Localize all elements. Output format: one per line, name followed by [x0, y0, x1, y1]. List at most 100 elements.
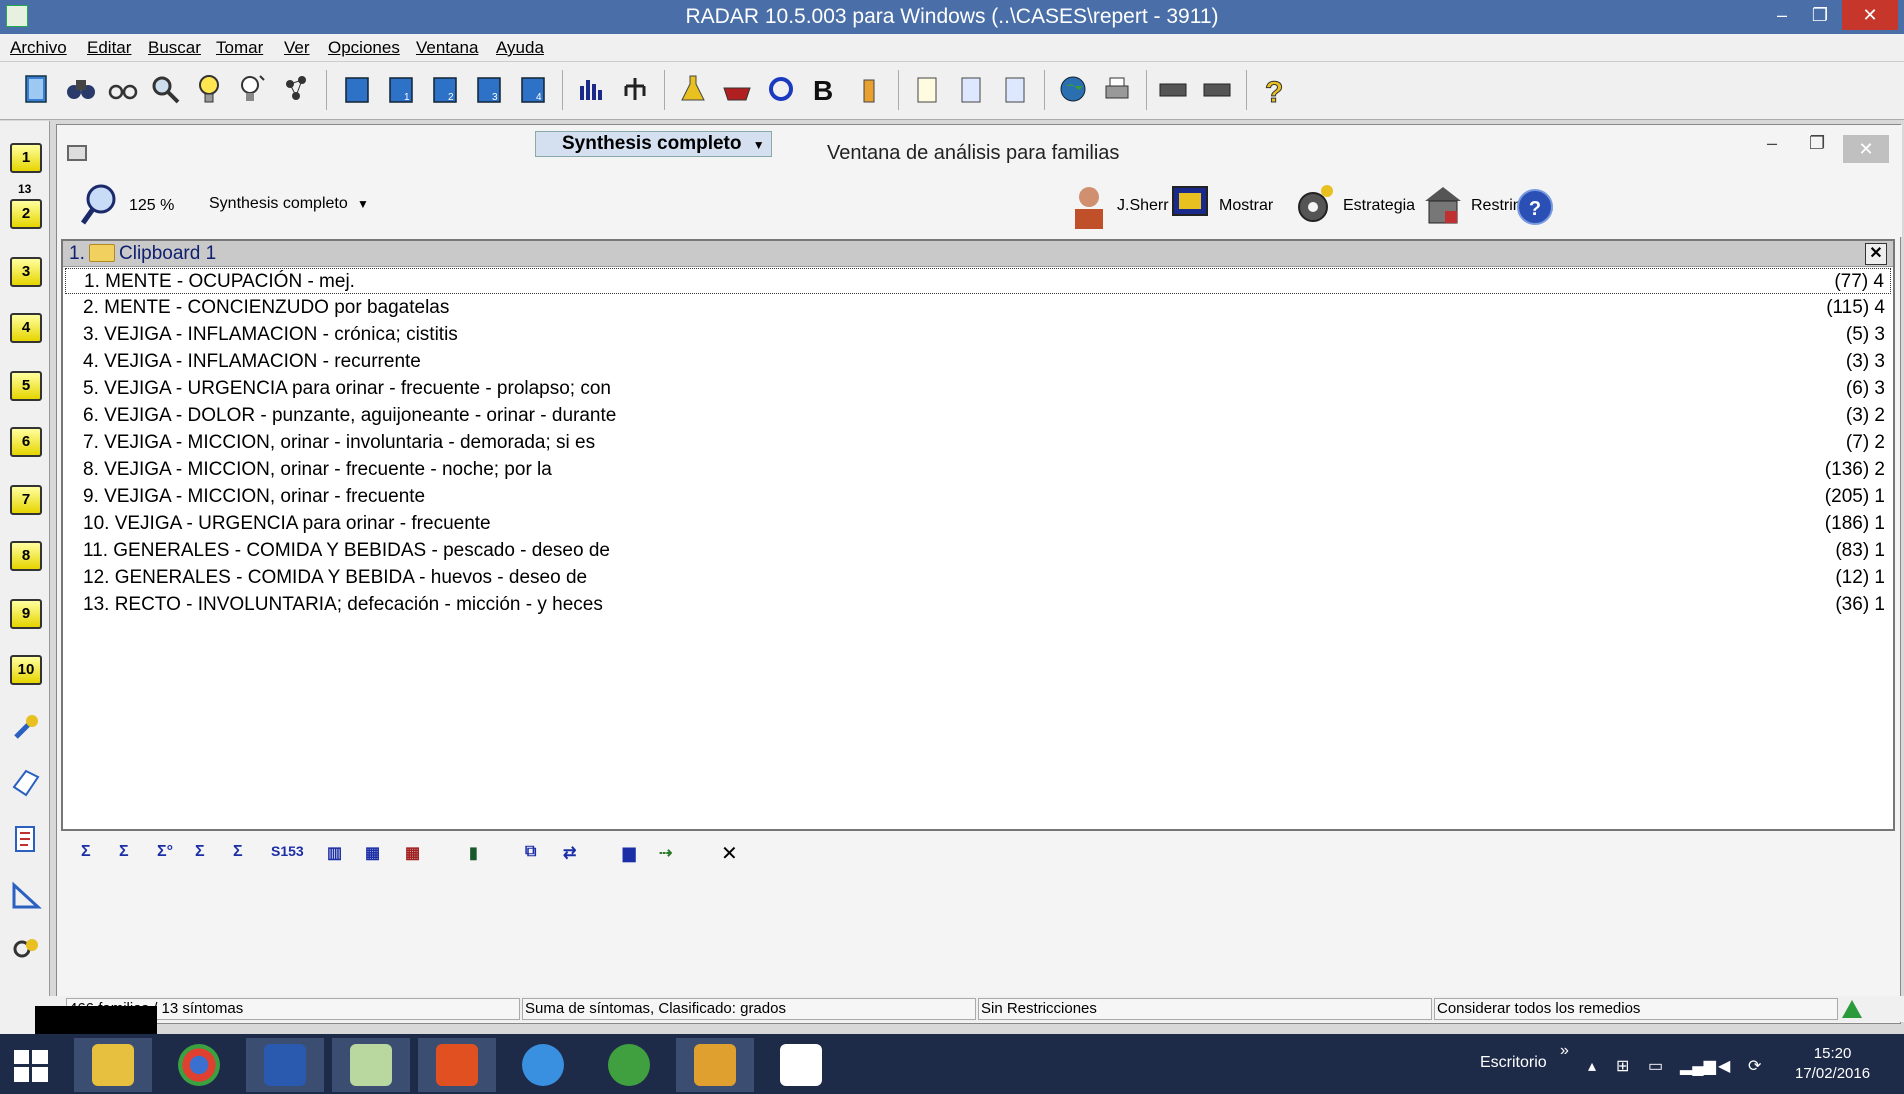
book-4-icon[interactable]: 4 — [516, 72, 550, 106]
menu-buscar[interactable]: Buscar — [148, 38, 201, 58]
lightbulb-icon[interactable] — [192, 72, 226, 106]
clipboard-button-5[interactable]: 5 — [10, 371, 42, 401]
tray-signal-icon[interactable]: ▂▄▆ — [1680, 1056, 1716, 1076]
rubric-row[interactable]: 12. GENERALES - COMIDA Y BEBIDA - huevos… — [65, 565, 1891, 591]
bottle-small-icon[interactable]: ▮ — [469, 843, 478, 863]
menu-ventana[interactable]: Ventana — [416, 38, 478, 58]
notes-icon[interactable] — [10, 823, 42, 855]
globe-icon[interactable] — [1056, 72, 1090, 106]
search-bulb-icon[interactable] — [10, 935, 42, 967]
clipboard-header[interactable]: 1. Clipboard 1 ✕ — [63, 241, 1893, 267]
task-keyboard-app[interactable] — [418, 1038, 496, 1092]
task-word[interactable] — [246, 1038, 324, 1092]
menu-ver[interactable]: Ver — [284, 38, 310, 58]
molecule-icon[interactable] — [280, 72, 314, 106]
keyboard-1-icon[interactable] — [1156, 72, 1190, 106]
chevron-down-icon[interactable]: ▼ — [357, 197, 369, 211]
chart-bars-icon[interactable]: ▥ — [327, 843, 342, 863]
synthesis-mode-select[interactable]: Synthesis completo — [209, 195, 348, 213]
edit-pen-icon[interactable] — [10, 767, 42, 799]
inner-minimize-button[interactable]: – — [1767, 133, 1777, 154]
sum-degrees-icon[interactable]: Σ° — [157, 843, 173, 861]
rubric-row[interactable]: 6. VEJIGA - DOLOR - punzante, aguijonean… — [65, 403, 1891, 429]
tray-sync-icon[interactable]: ⟳ — [1748, 1056, 1761, 1076]
shuffle-icon[interactable]: ⇄ — [563, 843, 576, 863]
clipboard-button-6[interactable]: 6 — [10, 427, 42, 457]
clipboard-button-2[interactable]: 2 — [10, 199, 42, 229]
rubric-row[interactable]: 5. VEJIGA - URGENCIA para orinar - frecu… — [65, 376, 1891, 402]
tray-chevron-up-icon[interactable]: ▴ — [1588, 1056, 1596, 1076]
rubric-row[interactable]: 1. MENTE - OCUPACIÓN - mej. (77) 4 — [65, 268, 1891, 294]
help-button[interactable]: ? — [1517, 189, 1553, 225]
clipboard-button-3[interactable]: 3 — [10, 257, 42, 287]
family-tree-icon[interactable] — [618, 72, 652, 106]
magnifier-icon[interactable] — [148, 72, 182, 106]
inner-close-button[interactable]: ✕ — [1843, 135, 1889, 163]
book-1-icon[interactable]: 1 — [384, 72, 418, 106]
task-internet-explorer[interactable] — [504, 1038, 582, 1092]
bar-chart-icon[interactable] — [574, 72, 608, 106]
rubric-row[interactable]: 2. MENTE - CONCIENZUDO por bagatelas (115… — [65, 295, 1891, 321]
menu-ayuda[interactable]: Ayuda — [496, 38, 544, 58]
binoculars-icon[interactable] — [64, 72, 98, 106]
clipboard-list-icon[interactable] — [954, 72, 988, 106]
flask-icon[interactable] — [676, 72, 710, 106]
clipboard-button-10[interactable]: 10 — [10, 655, 42, 685]
help-question-icon[interactable]: ? — [1256, 72, 1290, 110]
task-file-explorer[interactable] — [74, 1038, 152, 1092]
task-chrome[interactable] — [160, 1038, 238, 1092]
rubric-row[interactable]: 10. VEJIGA - URGENCIA para orinar - frec… — [65, 511, 1891, 537]
minimize-button[interactable]: – — [1762, 0, 1802, 30]
windows-start-icon[interactable] — [14, 1050, 48, 1082]
mortar-icon[interactable] — [720, 72, 754, 106]
task-outlook[interactable] — [676, 1038, 754, 1092]
zoom-level[interactable]: 125 % — [129, 197, 174, 215]
clipboard-button-8[interactable]: 8 — [10, 541, 42, 571]
glasses-icon[interactable] — [106, 72, 140, 106]
clipboard-button-9[interactable]: 9 — [10, 599, 42, 629]
green-triangle-icon[interactable] — [1840, 998, 1864, 1020]
circle-arrows-icon[interactable] — [764, 72, 798, 106]
rubric-row[interactable]: 9. VEJIGA - MICCION, orinar - frecuente (… — [65, 484, 1891, 510]
menu-opciones[interactable]: Opciones — [328, 38, 400, 58]
chart-plot-icon[interactable]: ▦ — [365, 843, 380, 863]
rubric-row[interactable]: 3. VEJIGA - INFLAMACION - crónica; cisti… — [65, 322, 1891, 348]
keyboard-2-icon[interactable] — [1200, 72, 1234, 106]
clipboard-button-7[interactable]: 7 — [10, 485, 42, 515]
analysis-type-dropdown[interactable]: Synthesis completo ▼ — [535, 131, 772, 157]
bottom-close-icon[interactable]: ✕ — [721, 841, 738, 866]
geometry-icon[interactable] — [10, 879, 42, 911]
bottle-icon[interactable] — [852, 72, 886, 106]
book-open-icon[interactable] — [340, 72, 374, 106]
taskbar-clock[interactable]: 15:20 17/02/2016 — [1795, 1044, 1870, 1084]
rubric-row[interactable]: 13. RECTO - INVOLUNTARIA; defecación - m… — [65, 592, 1891, 618]
close-button[interactable]: ✕ — [1842, 0, 1898, 30]
clipboard-close-button[interactable]: ✕ — [1865, 243, 1887, 265]
rubric-row[interactable]: 11. GENERALES - COMIDA Y BEBIDAS - pesca… — [65, 538, 1891, 564]
tray-speaker-mute-icon[interactable]: ◀ — [1718, 1056, 1730, 1076]
clipboard-view-icon[interactable] — [998, 72, 1032, 106]
sum-weighted-icon[interactable]: Σ — [195, 843, 205, 861]
grid-table-icon[interactable]: ▦ — [405, 843, 420, 863]
task-camera-app[interactable] — [590, 1038, 668, 1092]
sum-intensity-icon[interactable]: Σ — [119, 843, 129, 861]
book-2-icon[interactable]: 2 — [428, 72, 462, 106]
tray-windows-icon[interactable]: ⊞ — [1616, 1056, 1629, 1076]
inner-restore-button[interactable]: ❐ — [1809, 133, 1825, 154]
restore-button[interactable]: ❐ — [1800, 0, 1840, 30]
rubric-row[interactable]: 7. VEJIGA - MICCION, orinar - involuntar… — [65, 430, 1891, 456]
printer-icon[interactable] — [1100, 72, 1134, 106]
toolbar-expand-icon[interactable]: » — [1560, 1042, 1569, 1060]
clipboard-add-icon[interactable] — [910, 72, 944, 106]
lightbulb-wand-icon[interactable] — [236, 72, 270, 106]
clipboard-button-4[interactable]: 4 — [10, 313, 42, 343]
clipboard-button-1[interactable]: 1 — [10, 143, 42, 173]
rubric-row[interactable]: 8. VEJIGA - MICCION, orinar - frecuente … — [65, 457, 1891, 483]
zoom-magnifier-icon[interactable] — [79, 181, 123, 229]
desktop-toolbar-label[interactable]: Escritorio — [1480, 1054, 1547, 1072]
window-menu-icon[interactable] — [67, 145, 87, 161]
task-radar[interactable] — [332, 1038, 410, 1092]
open-book-icon[interactable] — [20, 72, 54, 106]
sum-all-icon[interactable]: Σ — [81, 843, 91, 861]
menu-editar[interactable]: Editar — [87, 38, 131, 58]
